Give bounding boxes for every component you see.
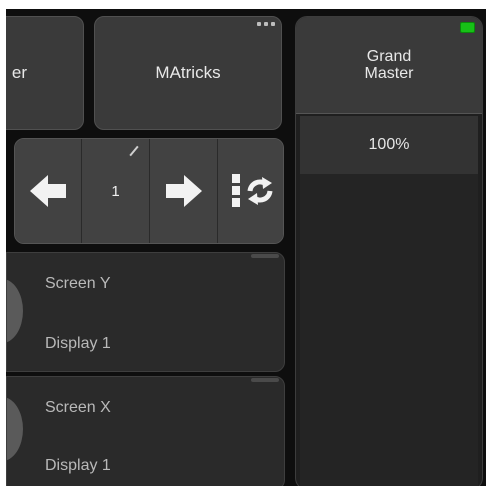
panel-knob bbox=[7, 397, 23, 461]
cycle-icon bbox=[231, 174, 272, 207]
partial-tile-left[interactable]: er bbox=[6, 16, 84, 130]
panel-subtitle: Display 1 bbox=[45, 457, 111, 474]
grand-master-fader-area[interactable] bbox=[300, 174, 478, 486]
matricks-button[interactable]: MAtricks bbox=[94, 16, 282, 130]
navigation-bar: 1 bbox=[14, 138, 284, 244]
screen-y-panel[interactable]: Screen Y Display 1 bbox=[6, 252, 285, 372]
panel-title: Screen Y bbox=[45, 275, 111, 292]
grand-master-value-text: 100% bbox=[368, 136, 410, 153]
arrow-right-icon bbox=[165, 175, 202, 207]
panel-title: Screen X bbox=[45, 399, 111, 416]
more-options-icon bbox=[257, 22, 275, 26]
arrow-left-icon bbox=[30, 175, 66, 207]
previous-button[interactable] bbox=[15, 139, 82, 243]
cycle-button[interactable] bbox=[218, 139, 283, 243]
grand-master-value[interactable]: 100% bbox=[300, 116, 478, 174]
panel-subtitle: Display 1 bbox=[45, 335, 111, 352]
partial-tile-label: er bbox=[11, 63, 27, 82]
edit-pencil-icon bbox=[129, 145, 139, 157]
panel-tab bbox=[251, 378, 279, 382]
screen-x-panel[interactable]: Screen X Display 1 bbox=[6, 376, 285, 486]
panel-knob bbox=[7, 279, 23, 343]
status-led-icon bbox=[460, 22, 475, 33]
grand-master-title-line1: Grand bbox=[366, 48, 412, 65]
matricks-label: MAtricks bbox=[155, 63, 221, 82]
grand-master-header[interactable]: Grand Master bbox=[296, 17, 482, 114]
grand-master-fader[interactable]: Grand Master 100% bbox=[295, 16, 483, 486]
page-number-field[interactable]: 1 bbox=[82, 139, 150, 243]
next-button[interactable] bbox=[150, 139, 218, 243]
panel-tab bbox=[251, 254, 279, 258]
grand-master-title-line2: Master bbox=[364, 65, 414, 82]
page-number-value: 1 bbox=[111, 182, 120, 200]
console-screen: er MAtricks 1 Screen Y Display 1 Screen … bbox=[6, 9, 486, 486]
